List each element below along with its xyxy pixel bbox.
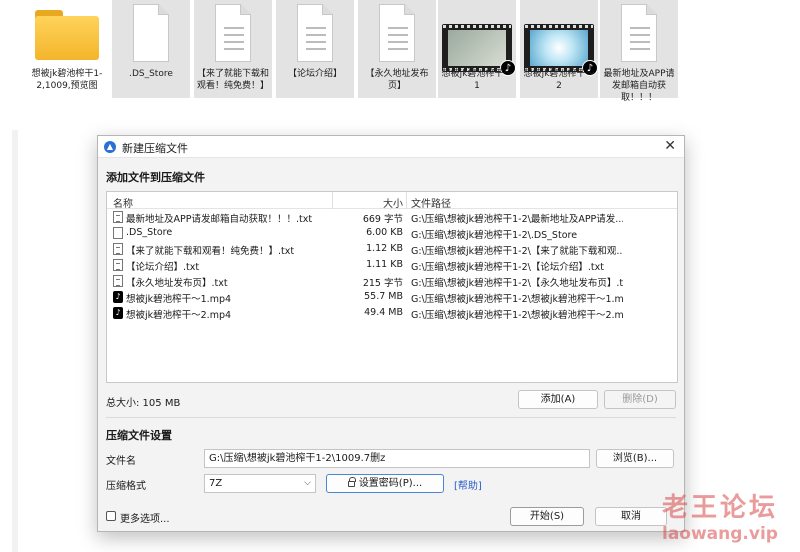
format-select-value: 7Z xyxy=(209,478,223,489)
text-file-icon xyxy=(113,259,123,271)
table-row[interactable]: ♪ 想被jk碧池榨干～1.mp4 55.7 MB G:\压缩\想被jk碧池榨干1-2\… xyxy=(107,289,677,305)
row-file-name: 【论坛介绍】.txt xyxy=(126,262,200,273)
watermark: 老王论坛 laowang.vip xyxy=(662,487,778,544)
desktop-file-video-1[interactable]: ♪ 想被jk碧池榨干～1 xyxy=(438,0,516,98)
filename-label: 文件名 xyxy=(106,456,136,467)
row-file-name: 想被jk碧池榨干～2.mp4 xyxy=(126,310,232,321)
text-file-icon xyxy=(113,211,123,223)
desktop-file-forum-intro[interactable]: 【论坛介绍】 xyxy=(276,0,354,98)
total-size-label: 总大小: 105 MB xyxy=(106,398,181,409)
cancel-button[interactable]: 取消 xyxy=(595,507,667,526)
video-thumbnail-icon: ♪ xyxy=(524,24,598,76)
desktop-file-latest-address[interactable]: 最新地址及APP请发邮箱自动获取！！！ xyxy=(600,0,678,103)
row-file-path: G:\压缩\想被jk碧池榨干1-2\【永久地址发布页】.txt xyxy=(411,278,623,289)
desktop-folder[interactable]: 想被jk碧池榨干1-2,1009,预览图 xyxy=(28,0,106,98)
watermark-url: laowang.vip xyxy=(662,524,778,544)
table-row[interactable]: .DS_Store 6.00 KB G:\压缩\想被jk碧池榨干1-2\.DS_St… xyxy=(107,225,677,241)
close-icon[interactable]: ✕ xyxy=(664,138,676,154)
desktop-file-ds-store[interactable]: .DS_Store xyxy=(112,0,190,98)
desktop-file-permanent-address[interactable]: 【永久地址发布页】 xyxy=(358,0,436,98)
row-file-path: G:\压缩\想被jk碧池榨干1-2\【来了就能下载和观... xyxy=(411,246,623,257)
start-button[interactable]: 开始(S) xyxy=(510,507,584,526)
chevron-down-icon: ⌵ xyxy=(304,478,311,488)
file-label: 想被jk碧池榨干～2 xyxy=(523,69,595,91)
row-file-path: G:\压缩\想被jk碧池榨干1-2\想被jk碧池榨干～1.m... xyxy=(411,294,623,305)
format-label: 压缩格式 xyxy=(106,481,146,492)
document-icon xyxy=(133,4,169,62)
section-divider xyxy=(106,417,676,418)
add-button[interactable]: 添加(A) xyxy=(518,390,598,409)
file-label: 最新地址及APP请发邮箱自动获取！！！ xyxy=(603,69,675,103)
table-row[interactable]: 【来了就能下载和观看！纯免费！】.txt 1.12 KB G:\压缩\想被jk碧池榨… xyxy=(107,241,677,257)
table-row[interactable]: 最新地址及APP请发邮箱自动获取！！！.txt 669 字节 G:\压缩\想被jk碧… xyxy=(107,209,677,225)
file-label: 【论坛介绍】 xyxy=(287,69,342,79)
file-list-header: 名称 大小 文件路径 xyxy=(107,192,677,210)
row-file-size: 215 字节 xyxy=(362,278,403,289)
text-document-icon xyxy=(621,4,657,62)
dialog-title: 新建压缩文件 xyxy=(122,142,188,155)
text-file-icon xyxy=(113,275,123,287)
row-file-name: 最新地址及APP请发邮箱自动获取！！！.txt xyxy=(126,214,313,225)
file-label: 【来了就能下载和观看！纯免费！】 xyxy=(196,69,269,91)
tiktok-file-icon: ♪ xyxy=(113,291,123,303)
text-file-icon xyxy=(113,243,123,255)
lock-icon xyxy=(347,477,356,487)
delete-button[interactable]: 删除(D) xyxy=(604,390,676,409)
row-file-size: 55.7 MB xyxy=(364,291,403,302)
dialog-titlebar: ▲ 新建压缩文件 ✕ xyxy=(98,136,684,158)
folder-icon xyxy=(35,10,99,60)
desktop-file-video-2[interactable]: ♪ 想被jk碧池榨干～2 xyxy=(520,0,598,98)
file-label: 想被jk碧池榨干1-2,1009,预览图 xyxy=(31,69,103,91)
file-label: 【永久地址发布页】 xyxy=(365,69,429,91)
new-archive-dialog: ▲ 新建压缩文件 ✕ 添加文件到压缩文件 名称 大小 文件路径 最新地址及APP… xyxy=(97,135,685,532)
row-file-name: 【永久地址发布页】.txt xyxy=(126,278,228,289)
file-label: 想被jk碧池榨干～1 xyxy=(441,69,513,91)
browse-button[interactable]: 浏览(B)... xyxy=(596,449,674,468)
row-file-size: 1.12 KB xyxy=(366,243,403,254)
desktop-file-download-free[interactable]: 【来了就能下载和观看！纯免费！】 xyxy=(194,0,272,98)
text-document-icon xyxy=(297,4,333,62)
column-header-size[interactable]: 大小 xyxy=(331,195,403,210)
more-options-label[interactable]: 更多选项... xyxy=(120,510,170,525)
row-file-name: 【来了就能下载和观看！纯免费！】.txt xyxy=(126,246,295,257)
row-file-path: G:\压缩\想被jk碧池榨干1-2\【论坛介绍】.txt xyxy=(411,262,604,273)
filename-input[interactable]: G:\压缩\想被jk碧池榨干1-2\1009.7删z xyxy=(204,449,590,468)
file-list-rows: 最新地址及APP请发邮箱自动获取！！！.txt 669 字节 G:\压缩\想被jk碧… xyxy=(107,209,677,321)
row-file-size: 49.4 MB xyxy=(364,307,403,318)
more-options-checkbox[interactable] xyxy=(106,511,116,521)
help-link[interactable]: [帮助] xyxy=(454,477,482,492)
app-logo-icon: ▲ xyxy=(104,141,116,153)
tiktok-file-icon: ♪ xyxy=(113,307,123,319)
text-document-icon xyxy=(215,4,251,62)
row-file-path: G:\压缩\想被jk碧池榨干1-2\.DS_Store xyxy=(411,230,578,241)
video-thumbnail-icon: ♪ xyxy=(442,24,516,76)
row-file-size: 1.11 KB xyxy=(366,259,403,270)
file-label: .DS_Store xyxy=(129,69,173,79)
row-file-name: 想被jk碧池榨干～1.mp4 xyxy=(126,294,232,305)
row-file-size: 6.00 KB xyxy=(366,227,403,238)
archive-settings-section-title: 压缩文件设置 xyxy=(106,429,172,442)
watermark-title: 老王论坛 xyxy=(661,493,778,523)
add-files-section-title: 添加文件到压缩文件 xyxy=(106,171,205,184)
row-file-path: G:\压缩\想被jk碧池榨干1-2\想被jk碧池榨干～2.m... xyxy=(411,310,623,321)
file-icon xyxy=(113,227,123,239)
format-select[interactable]: 7Z ⌵ xyxy=(204,474,316,493)
text-document-icon xyxy=(379,4,415,62)
set-password-button[interactable]: 设置密码(P)... xyxy=(326,474,444,493)
row-file-name: .DS_Store xyxy=(126,227,173,238)
table-row[interactable]: ♪ 想被jk碧池榨干～2.mp4 49.4 MB G:\压缩\想被jk碧池榨干1-2\… xyxy=(107,305,677,321)
column-header-path[interactable]: 文件路径 xyxy=(411,195,451,210)
row-file-path: G:\压缩\想被jk碧池榨干1-2\最新地址及APP请发... xyxy=(411,214,623,225)
table-row[interactable]: 【永久地址发布页】.txt 215 字节 G:\压缩\想被jk碧池榨干1-2\【永久… xyxy=(107,273,677,289)
row-file-size: 669 字节 xyxy=(362,214,403,225)
explorer-left-strip xyxy=(12,130,18,552)
file-list-panel: 名称 大小 文件路径 最新地址及APP请发邮箱自动获取！！！.txt 669 字节… xyxy=(106,191,678,383)
set-password-label: 设置密码(P)... xyxy=(358,478,423,489)
column-header-name[interactable]: 名称 xyxy=(113,195,133,210)
table-row[interactable]: 【论坛介绍】.txt 1.11 KB G:\压缩\想被jk碧池榨干1-2\【论坛介绍… xyxy=(107,257,677,273)
